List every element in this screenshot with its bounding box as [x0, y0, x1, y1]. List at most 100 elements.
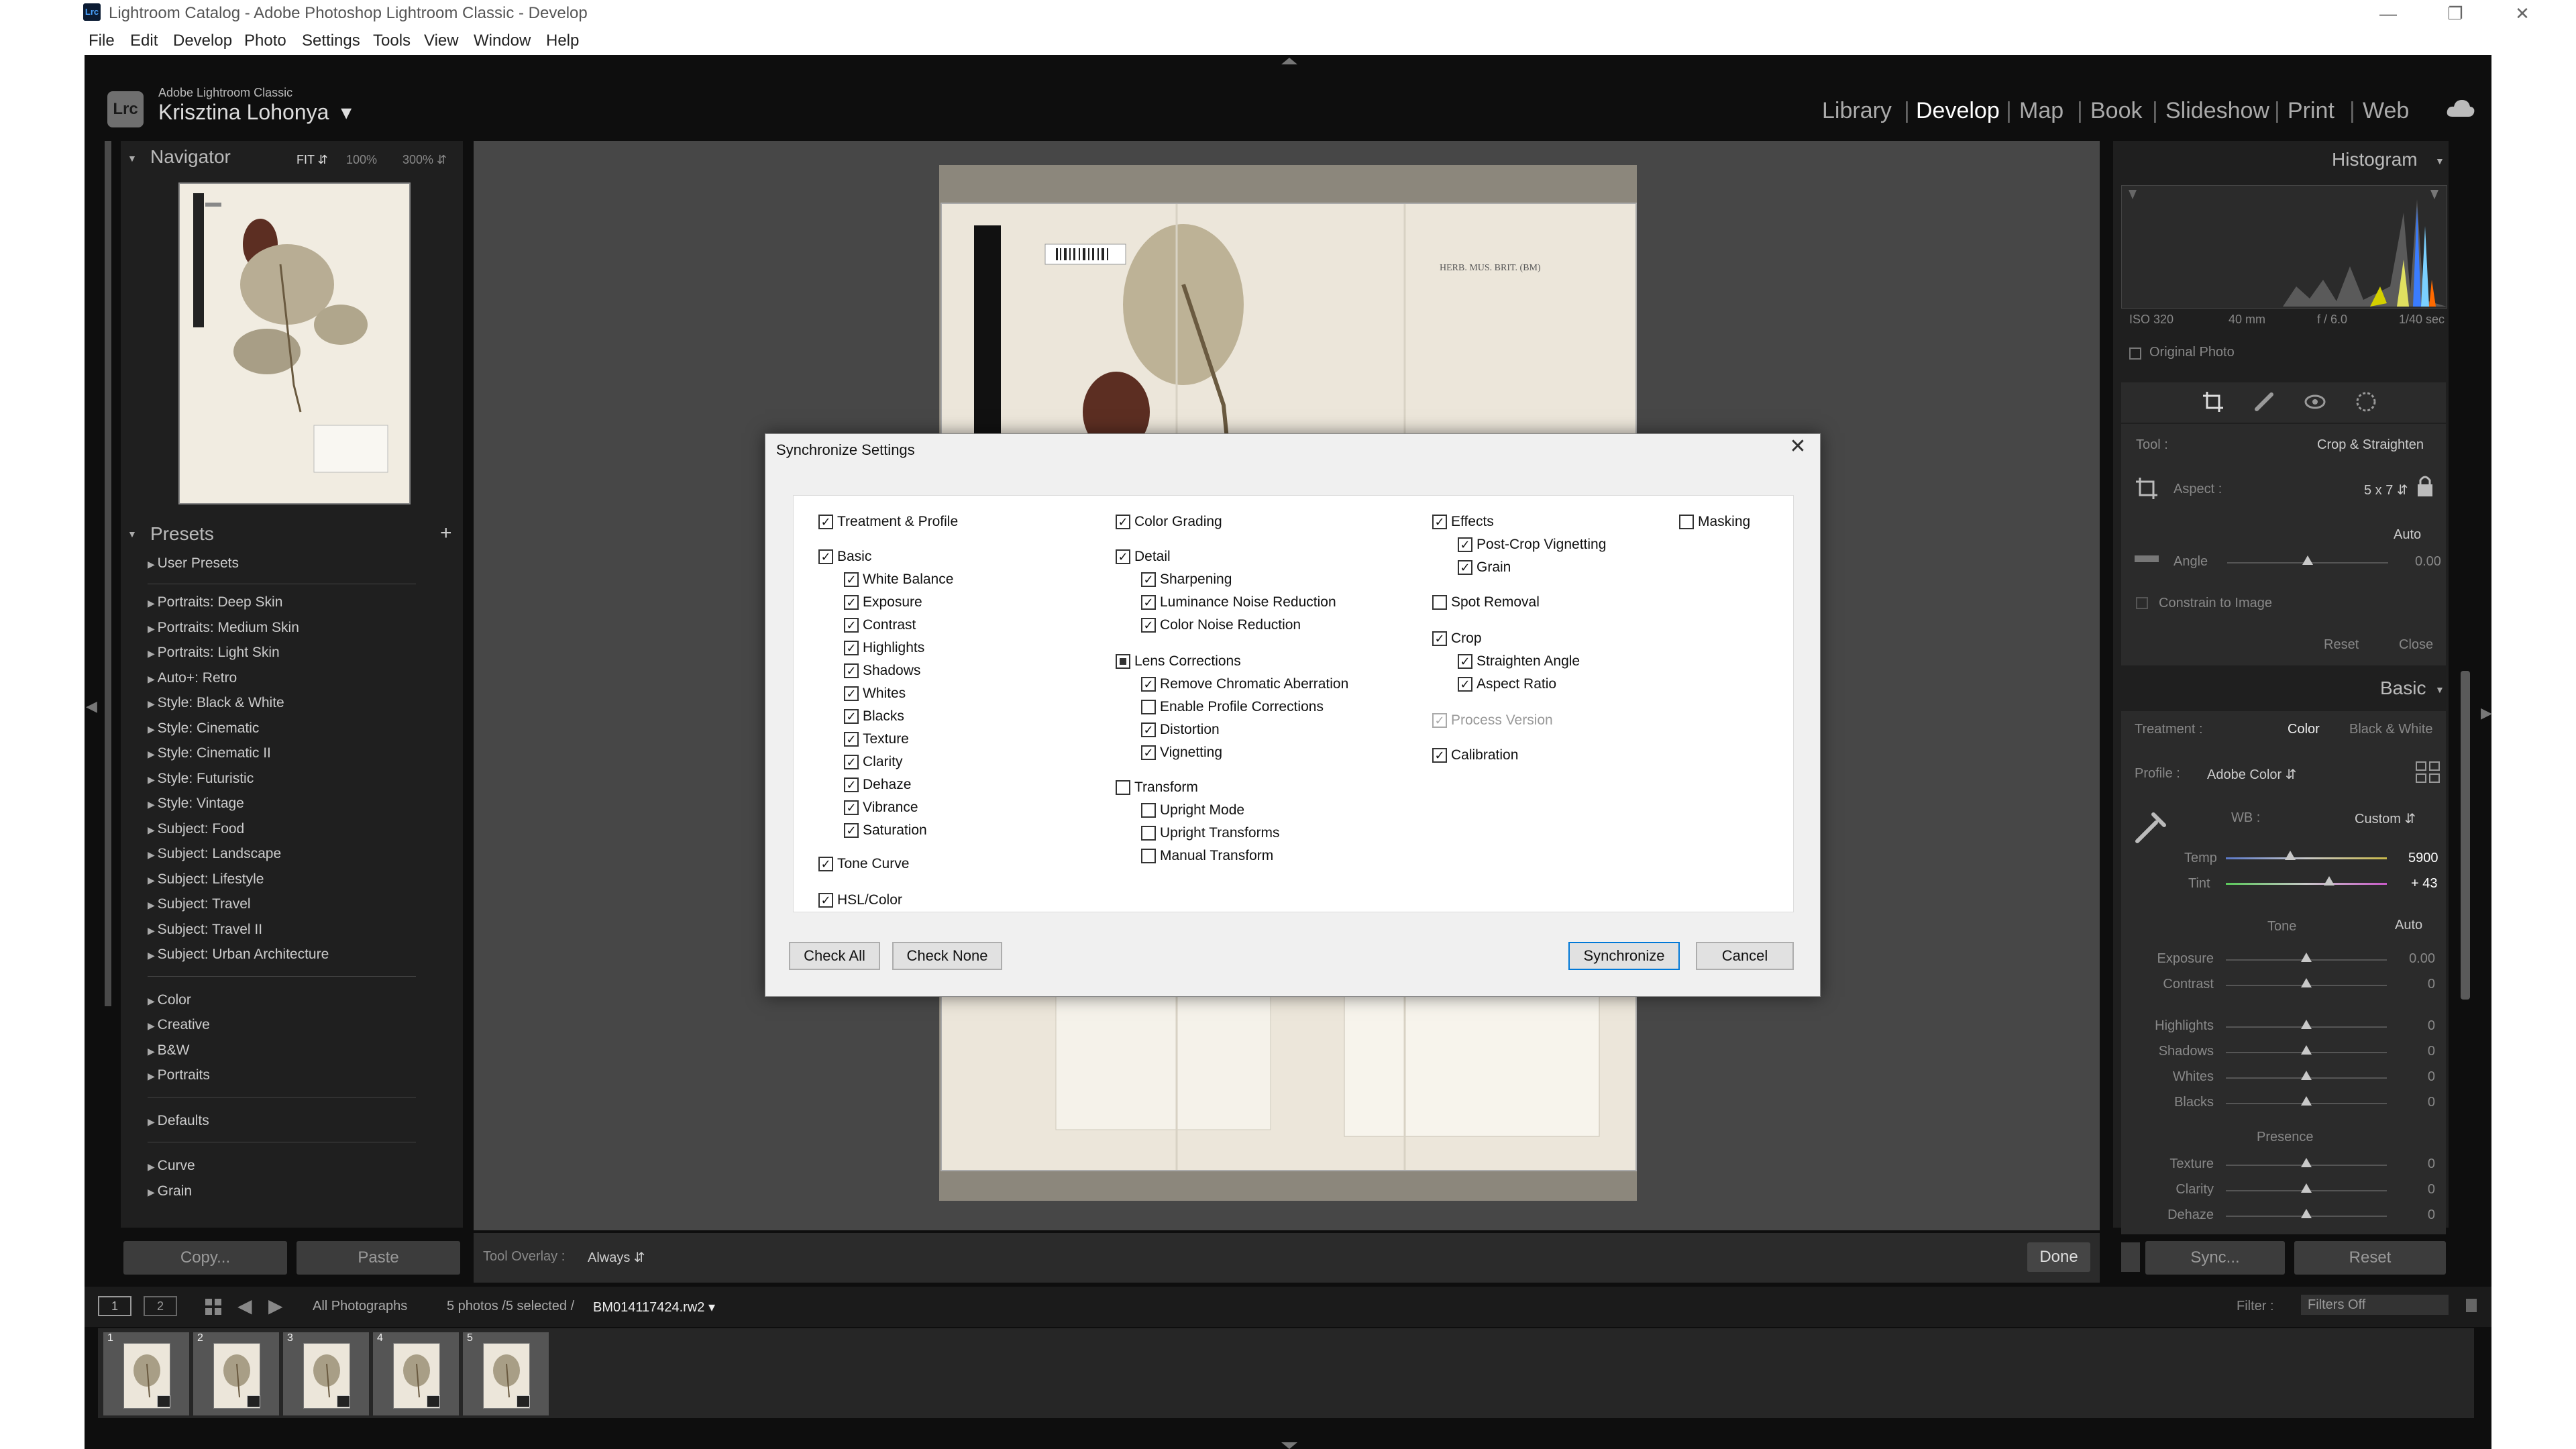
sync-checkbox-color-noise-reduction[interactable]: ✓	[1141, 618, 1156, 633]
close-icon[interactable]: ✕	[1784, 435, 1811, 458]
aspect-select[interactable]: 5 x 7 ⇵	[2364, 482, 2408, 498]
bottom-panel-toggle-icon[interactable]	[1281, 1442, 1297, 1449]
sync-option-post-crop-vignetting[interactable]: ✓ Post-Crop Vignetting	[1458, 537, 1606, 553]
sync-checkbox-dehaze[interactable]: ✓	[844, 777, 859, 792]
sync-option-effects[interactable]: ✓ Effects	[1432, 514, 1494, 530]
preset-group[interactable]: ▶ Style: Black & White	[148, 695, 284, 711]
profile-select[interactable]: Adobe Color ⇵	[2207, 766, 2297, 783]
sync-option-enable-profile-corrections[interactable]: Enable Profile Corrections	[1141, 699, 1324, 715]
identity-user[interactable]: Krisztina Lohonya ▾	[158, 99, 352, 125]
lock-icon[interactable]	[2415, 474, 2435, 499]
preset-group-user[interactable]: ▶ User Presets	[148, 555, 239, 572]
collapse-icon[interactable]: ▼	[2435, 156, 2445, 166]
navigator-preview[interactable]	[178, 182, 411, 504]
sync-option-blacks[interactable]: ✓ Blacks	[844, 708, 904, 724]
sync-checkbox-texture[interactable]: ✓	[844, 732, 859, 747]
sync-checkbox-masking[interactable]	[1679, 515, 1694, 529]
menu-view[interactable]: View	[424, 30, 459, 52]
masking-icon[interactable]	[2355, 390, 2377, 413]
sync-checkbox-white-balance[interactable]: ✓	[844, 572, 859, 587]
preset-group[interactable]: ▶ Curve	[148, 1158, 195, 1174]
sync-option-sharpening[interactable]: ✓ Sharpening	[1141, 572, 1232, 588]
tone-highlights-value[interactable]: 0	[2388, 1018, 2435, 1034]
preset-group[interactable]: ▶ Style: Vintage	[148, 796, 244, 812]
sync-option-contrast[interactable]: ✓ Contrast	[844, 617, 916, 633]
sync-option-vignetting[interactable]: ✓ Vignetting	[1141, 745, 1222, 761]
right-panel-toggle-icon[interactable]: ▶	[2481, 704, 2492, 722]
crop-frame-icon[interactable]	[2133, 475, 2160, 502]
sync-checkbox-tone-curve[interactable]: ✓	[818, 857, 833, 871]
expand-icon[interactable]: ▶	[148, 1046, 158, 1057]
sync-option-calibration[interactable]: ✓ Calibration	[1432, 747, 1518, 763]
expand-icon[interactable]: ▶	[148, 1187, 158, 1197]
sync-option-crop[interactable]: ✓ Crop	[1432, 631, 1482, 647]
sync-option-texture[interactable]: ✓ Texture	[844, 731, 909, 747]
tone-shadows-slider-knob[interactable]	[2301, 1045, 2312, 1055]
sync-checkbox-effects[interactable]: ✓	[1432, 515, 1447, 529]
expand-icon[interactable]: ▶	[148, 799, 158, 810]
sync-checkbox-aspect-ratio[interactable]: ✓	[1458, 677, 1472, 692]
sync-checkbox-shadows[interactable]: ✓	[844, 663, 859, 678]
tone-exposure-slider-knob[interactable]	[2301, 953, 2312, 962]
sync-checkbox-manual-transform[interactable]	[1141, 849, 1156, 863]
expand-icon[interactable]: ▶	[148, 774, 158, 785]
collapse-icon[interactable]: ▼	[127, 153, 137, 164]
preset-group[interactable]: ▶ Style: Cinematic II	[148, 745, 271, 761]
auto-sync-switch[interactable]	[2121, 1242, 2140, 1272]
sync-checkbox-transform[interactable]	[1116, 780, 1130, 795]
expand-icon[interactable]: ▶	[148, 950, 158, 961]
sync-option-upright-transforms[interactable]: Upright Transforms	[1141, 825, 1280, 841]
tone-contrast-slider-knob[interactable]	[2301, 978, 2312, 987]
preset-group[interactable]: ▶ Grain	[148, 1183, 192, 1199]
preset-group[interactable]: ▶ Color	[148, 992, 191, 1008]
preset-group[interactable]: ▶ Subject: Landscape	[148, 846, 281, 862]
sync-checkbox-highlights[interactable]: ✓	[844, 641, 859, 655]
left-scrollbar[interactable]	[105, 141, 111, 1006]
sync-option-masking[interactable]: Masking	[1679, 514, 1750, 530]
menu-window[interactable]: Window	[474, 30, 531, 52]
temp-slider-knob[interactable]	[2285, 851, 2296, 860]
zoom-100[interactable]: 100%	[346, 153, 377, 167]
sync-option-straighten-angle[interactable]: ✓ Straighten Angle	[1458, 653, 1580, 669]
sync-checkbox-calibration[interactable]: ✓	[1432, 748, 1447, 763]
forward-icon[interactable]: ▶	[268, 1295, 283, 1317]
sync-button[interactable]: Sync...	[2145, 1241, 2285, 1275]
preset-group[interactable]: ▶ Portraits: Light Skin	[148, 645, 280, 661]
crop-reset-button[interactable]: Reset	[2324, 637, 2359, 653]
expand-icon[interactable]: ▶	[148, 1116, 158, 1127]
treatment-bw[interactable]: Black & White	[2349, 722, 2432, 737]
expand-icon[interactable]: ▶	[148, 824, 158, 835]
preset-group[interactable]: ▶ B&W	[148, 1042, 190, 1059]
menu-edit[interactable]: Edit	[130, 30, 158, 52]
red-eye-icon[interactable]	[2304, 390, 2326, 413]
expand-icon[interactable]: ▶	[148, 749, 158, 759]
sync-option-highlights[interactable]: ✓ Highlights	[844, 640, 924, 656]
sync-option-distortion[interactable]: ✓ Distortion	[1141, 722, 1220, 738]
grid-icon[interactable]	[204, 1297, 224, 1318]
copy-button[interactable]: Copy...	[123, 1241, 287, 1275]
tone-blacks-value[interactable]: 0	[2388, 1095, 2435, 1110]
menu-develop[interactable]: Develop	[173, 30, 232, 52]
original-photo-checkbox[interactable]	[2129, 347, 2141, 360]
module-develop[interactable]: Develop	[1916, 98, 2000, 124]
left-panel-toggle-icon[interactable]: ◀	[86, 698, 97, 715]
wb-select[interactable]: Custom ⇵	[2355, 810, 2416, 827]
presence-dehaze-slider-knob[interactable]	[2301, 1209, 2312, 1218]
sync-option-clarity[interactable]: ✓ Clarity	[844, 754, 903, 770]
cloud-icon[interactable]	[2446, 98, 2475, 118]
check-none-button[interactable]: Check None	[892, 942, 1002, 970]
expand-icon[interactable]: ▶	[148, 648, 158, 659]
eyedropper-icon[interactable]	[2133, 809, 2167, 845]
angle-value[interactable]: 0.00	[2415, 554, 2441, 570]
sync-option-whites[interactable]: ✓ Whites	[844, 686, 906, 702]
menu-file[interactable]: File	[89, 30, 115, 52]
sync-option-color-noise-reduction[interactable]: ✓ Color Noise Reduction	[1141, 617, 1301, 633]
filmstrip-filename[interactable]: BM014117424.rw2 ▾	[593, 1299, 715, 1316]
collapse-icon[interactable]: ▼	[127, 529, 137, 539]
sync-option-vibrance[interactable]: ✓ Vibrance	[844, 800, 918, 816]
sync-checkbox-basic[interactable]: ✓	[818, 549, 833, 564]
module-web[interactable]: Web	[2363, 98, 2409, 124]
module-map[interactable]: Map	[2019, 98, 2063, 124]
presence-texture-slider-knob[interactable]	[2301, 1158, 2312, 1167]
crop-close-button[interactable]: Close	[2399, 637, 2433, 653]
